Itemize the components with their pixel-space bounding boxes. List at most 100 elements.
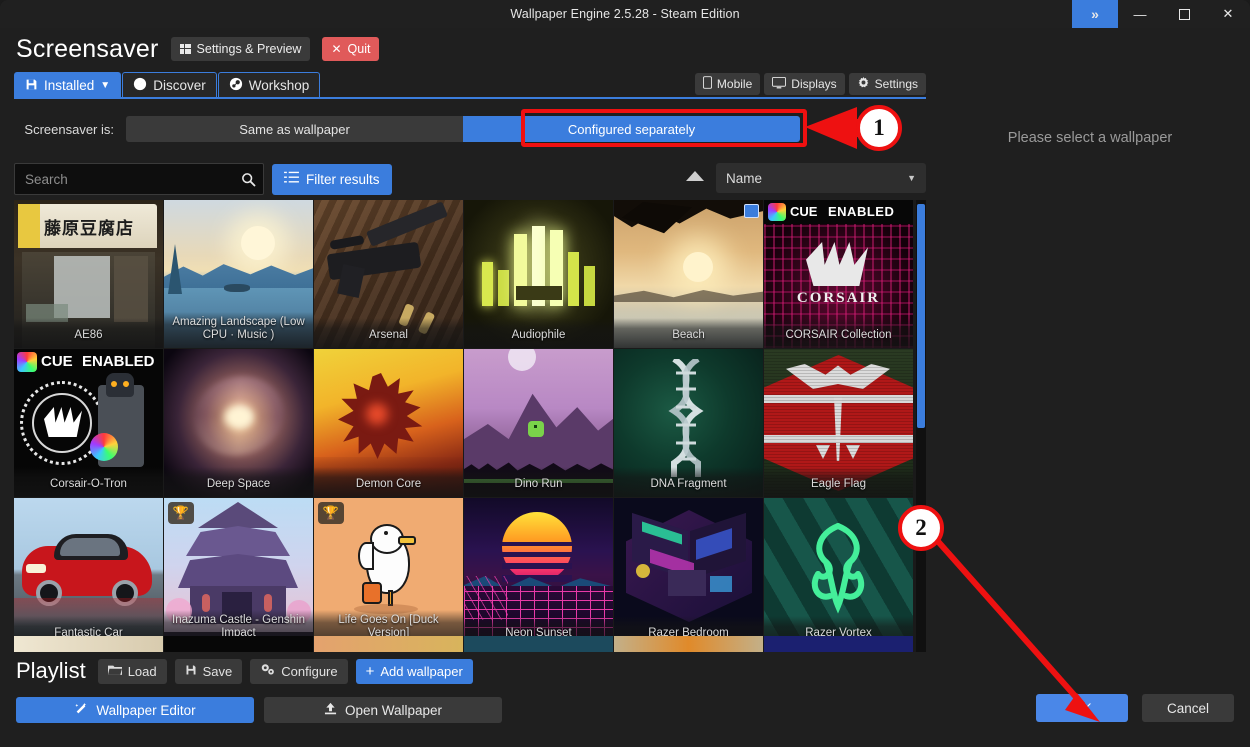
- preview-pane: Please select a wallpaper: [930, 100, 1250, 660]
- maximize-icon[interactable]: [1162, 0, 1206, 28]
- tabs-underline: [14, 97, 926, 99]
- settings-preview-label: Settings & Preview: [196, 42, 302, 56]
- settings-button[interactable]: Settings: [848, 73, 926, 95]
- wallpaper-cell[interactable]: Audiophile: [464, 200, 613, 348]
- mode-configured-separately[interactable]: Configured separately: [463, 116, 800, 142]
- partial-cell[interactable]: [14, 636, 163, 652]
- partial-cell[interactable]: [764, 636, 913, 652]
- chevron-down-icon: ▼: [100, 80, 111, 91]
- wallpaper-cell[interactable]: Demon Core: [314, 349, 463, 497]
- wallpaper-title: Audiophile: [464, 318, 613, 348]
- tab-workshop[interactable]: Workshop: [217, 72, 321, 98]
- window-title: Wallpaper Engine 2.5.28 - Steam Edition: [510, 7, 740, 21]
- open-wallpaper-label: Open Wallpaper: [344, 702, 443, 718]
- wallpaper-cell[interactable]: Dino Run: [464, 349, 613, 497]
- partial-cell[interactable]: [314, 636, 463, 652]
- playlist-save-button[interactable]: Save: [174, 658, 243, 684]
- selected-checkbox-icon[interactable]: [744, 204, 759, 218]
- dialog-buttons: OK Cancel: [1036, 694, 1234, 722]
- search-box[interactable]: [14, 163, 264, 195]
- wallpaper-cell[interactable]: Razer Vortex: [764, 498, 913, 646]
- close-icon[interactable]: ✕: [1206, 0, 1250, 28]
- playlist-save-label: Save: [202, 663, 233, 679]
- cancel-button[interactable]: Cancel: [1142, 694, 1234, 722]
- search-icon[interactable]: [233, 172, 263, 187]
- mobile-label: Mobile: [716, 77, 753, 91]
- wallpaper-title: Eagle Flag: [764, 467, 913, 497]
- mobile-button[interactable]: Mobile: [694, 73, 761, 95]
- displays-button[interactable]: Displays: [764, 73, 845, 95]
- search-input[interactable]: [15, 164, 233, 194]
- playlist-add-wallpaper-button[interactable]: + Add wallpaper: [355, 658, 473, 684]
- wallpaper-title: Demon Core: [314, 467, 463, 497]
- open-wallpaper-button[interactable]: Open Wallpaper: [264, 697, 502, 723]
- grid-scrollbar[interactable]: [916, 200, 926, 652]
- partial-cell[interactable]: [464, 636, 613, 652]
- wallpaper-cell[interactable]: Razer Bedroom: [614, 498, 763, 646]
- page-title: Screensaver: [16, 34, 159, 63]
- grid-scrollbar-thumb[interactable]: [917, 204, 925, 428]
- wallpaper-cell[interactable]: Deep Space: [164, 349, 313, 497]
- wallpaper-engine-window: Wallpaper Engine 2.5.28 - Steam Edition …: [0, 0, 1250, 747]
- playlist-row: Playlist Load Save Configure + Add wallp…: [16, 658, 473, 684]
- wallpaper-title: Amazing Landscape (Low CPU · Music ): [164, 312, 313, 348]
- settings-preview-button[interactable]: Settings & Preview: [170, 37, 311, 61]
- tab-workshop-label: Workshop: [248, 78, 310, 93]
- wallpaper-cell[interactable]: DNA Fragment: [614, 349, 763, 497]
- wallpaper-title: AE86: [14, 318, 163, 348]
- wallpaper-cell[interactable]: Fantastic Car: [14, 498, 163, 646]
- tab-discover-label: Discover: [153, 78, 206, 93]
- wallpaper-title: Deep Space: [164, 467, 313, 497]
- sort-ascending-triangle-icon[interactable]: [686, 169, 704, 187]
- gears-icon: [260, 663, 275, 679]
- wallpaper-title: Dino Run: [464, 467, 613, 497]
- wallpaper-cell[interactable]: CUE ENABLED Corsair-O-Tron: [14, 349, 163, 497]
- wallpaper-cell[interactable]: Amazing Landscape (Low CPU · Music ): [164, 200, 313, 348]
- sort-select-value: Name: [726, 170, 763, 186]
- folder-open-icon: [107, 664, 122, 679]
- settings-label: Settings: [874, 77, 918, 91]
- wallpaper-cell[interactable]: Arsenal: [314, 200, 463, 348]
- wallpaper-cell[interactable]: CUE ENABLED CORSAIR CORSAIR Collection: [764, 200, 913, 348]
- wand-icon: [74, 702, 88, 719]
- mode-same-as-wallpaper[interactable]: Same as wallpaper: [126, 116, 463, 142]
- wallpaper-editor-button[interactable]: Wallpaper Editor: [16, 697, 254, 723]
- filter-results-label: Filter results: [306, 171, 380, 187]
- tab-installed[interactable]: Installed ▼: [14, 72, 122, 98]
- filter-list-icon: [284, 171, 299, 187]
- minimize-icon[interactable]: —: [1118, 0, 1162, 28]
- wallpaper-title: Beach: [614, 318, 763, 348]
- wallpaper-cell[interactable]: Neon Sunset: [464, 498, 613, 646]
- save-disk-icon: [25, 78, 38, 94]
- sort-area: Name ▼: [686, 163, 926, 193]
- preview-placeholder-message: Please select a wallpaper: [1007, 130, 1173, 146]
- compass-icon: [133, 77, 147, 94]
- playlist-add-wallpaper-label: Add wallpaper: [380, 663, 463, 679]
- playlist-configure-button[interactable]: Configure: [250, 658, 348, 684]
- tab-discover[interactable]: Discover: [122, 72, 217, 98]
- upload-icon: [324, 702, 337, 718]
- wallpaper-title: Corsair-O-Tron: [14, 467, 163, 497]
- steam-icon: [229, 77, 243, 94]
- sort-select[interactable]: Name ▼: [716, 163, 926, 193]
- wallpaper-editor-label: Wallpaper Editor: [96, 702, 196, 718]
- filter-results-button[interactable]: Filter results: [272, 163, 392, 195]
- wallpaper-cell[interactable]: Eagle Flag: [764, 349, 913, 497]
- tab-installed-label: Installed: [44, 78, 95, 93]
- partial-cell[interactable]: [614, 636, 763, 652]
- wallpaper-cell[interactable]: 🏆 Life Goes On [Duck Version]: [314, 498, 463, 646]
- wallpaper-cell[interactable]: 🏆 Inazuma Castle - Genshin Impact: [164, 498, 313, 646]
- partial-cell[interactable]: [164, 636, 313, 652]
- displays-label: Displays: [791, 77, 837, 91]
- save-disk-icon: [185, 664, 197, 679]
- search-row: Filter results Name ▼: [14, 163, 926, 195]
- window-controls: » — ✕: [1072, 0, 1250, 28]
- wallpaper-title: DNA Fragment: [614, 467, 763, 497]
- chevrons-right-icon[interactable]: »: [1072, 0, 1118, 28]
- quit-button[interactable]: ✕ Quit: [322, 37, 380, 61]
- playlist-load-button[interactable]: Load: [97, 658, 167, 684]
- wallpaper-cell[interactable]: Beach: [614, 200, 763, 348]
- ok-button[interactable]: OK: [1036, 694, 1128, 722]
- wallpaper-cell[interactable]: 藤原豆腐店 AE86: [14, 200, 163, 348]
- screensaver-mode-row: Screensaver is: Same as wallpaper Config…: [14, 110, 926, 148]
